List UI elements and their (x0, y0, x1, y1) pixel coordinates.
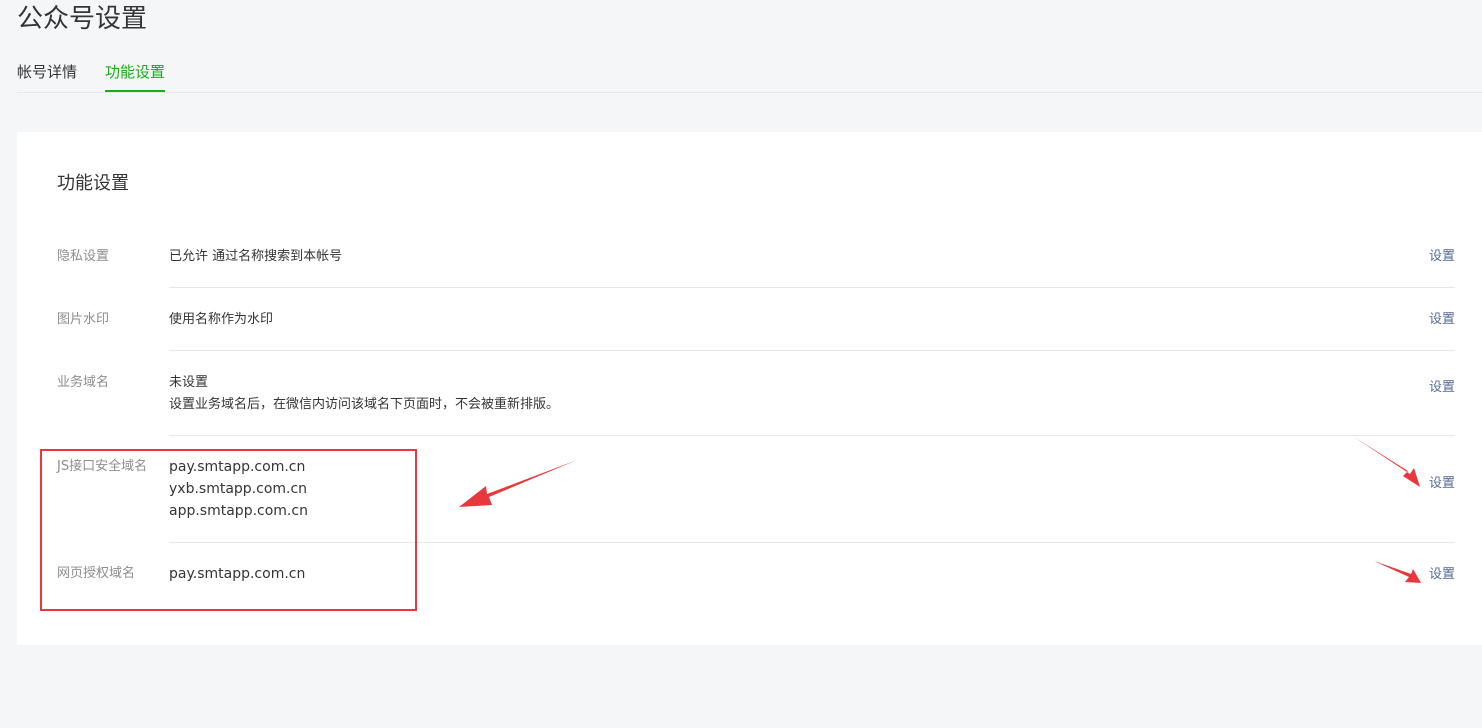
tab-feature-settings[interactable]: 功能设置 (105, 62, 166, 92)
row-divider (169, 350, 1455, 351)
business-domain-label: 业务域名 (57, 375, 110, 390)
page-title: 公众号设置 (17, 4, 148, 34)
business-domain-description: 设置业务域名后，在微信内访问该域名下页面时，不会被重新排版。 (169, 397, 560, 412)
business-domain-status: 未设置 (169, 375, 209, 390)
privacy-settings-value-line: 已允许 通过名称搜索到本帐号 (169, 249, 343, 264)
privacy-settings-label: 隐私设置 (57, 249, 110, 264)
card-title: 功能设置 (57, 173, 129, 194)
image-watermark-label: 图片水印 (57, 312, 110, 327)
js-api-domain-button[interactable]: 设置 (1429, 473, 1455, 495)
tab-account-details[interactable]: 帐号详情 (17, 62, 77, 92)
image-watermark-value: 使用名称作为水印 (169, 309, 273, 331)
tab-bar: 帐号详情 功能设置 (17, 56, 1482, 93)
image-watermark-button[interactable]: 设置 (1429, 309, 1455, 331)
business-domain-button[interactable]: 设置 (1429, 377, 1455, 399)
business-domain-value: 未设置 设置业务域名后，在微信内访问该域名下页面时，不会被重新排版。 (169, 372, 559, 416)
image-watermark-value-line: 使用名称作为水印 (169, 312, 274, 327)
row-divider (169, 287, 1455, 288)
privacy-settings-button[interactable]: 设置 (1429, 246, 1455, 268)
web-auth-domain-button[interactable]: 设置 (1429, 564, 1455, 586)
annotation-highlight-box (40, 449, 417, 611)
privacy-settings-value: 已允许 通过名称搜索到本帐号 (169, 246, 342, 268)
row-divider (169, 435, 1455, 436)
